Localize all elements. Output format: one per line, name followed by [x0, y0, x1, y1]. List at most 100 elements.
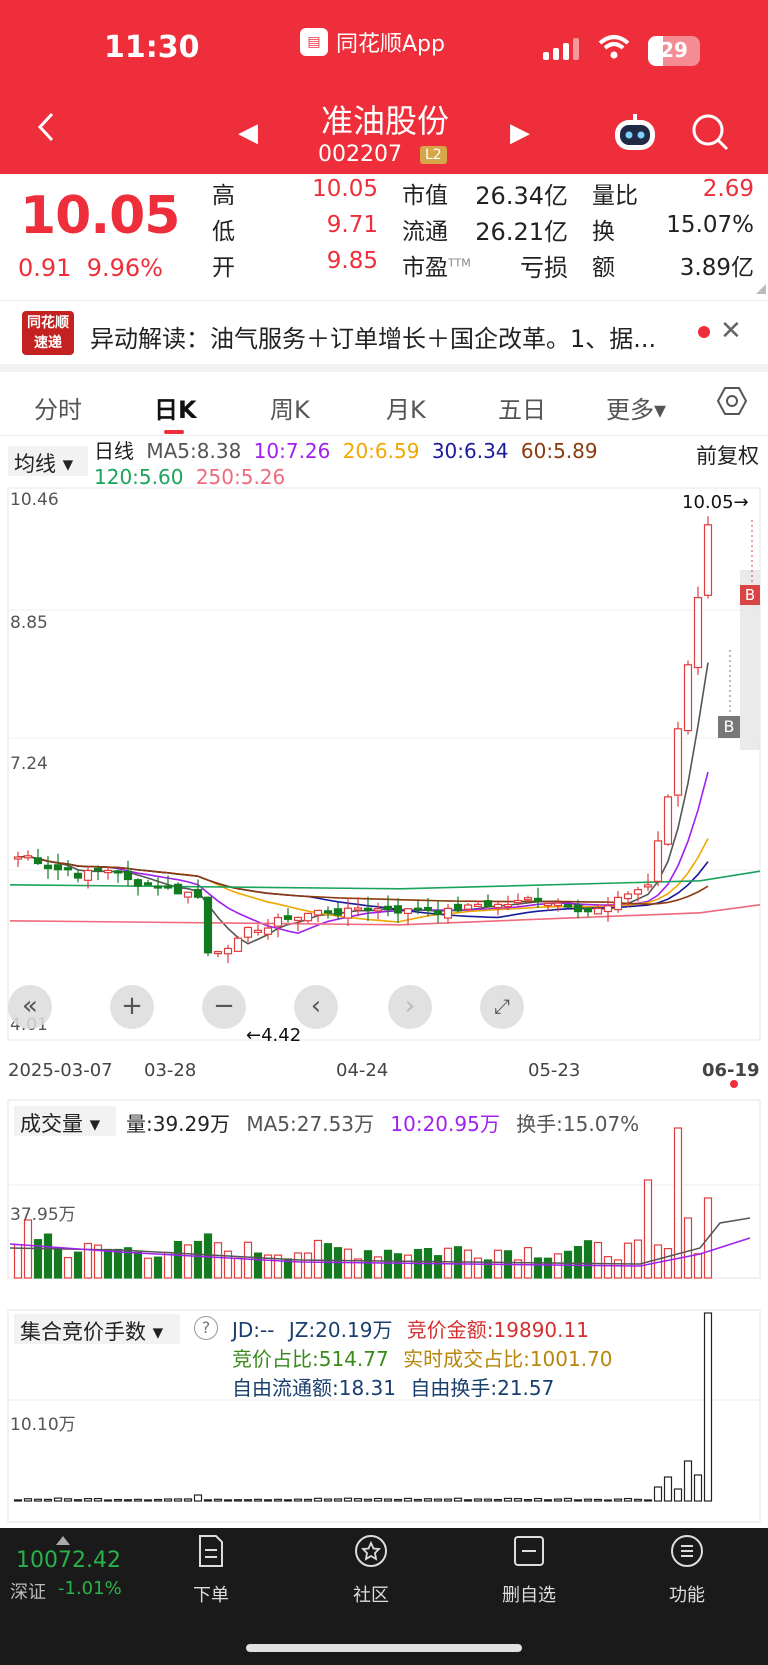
- settings-hexagon-icon[interactable]: [716, 385, 748, 417]
- auction-selector[interactable]: 集合竞价手数 ▾: [14, 1314, 180, 1344]
- candle-body: [213, 951, 223, 955]
- nav-functions[interactable]: 功能: [642, 1534, 732, 1607]
- tab-monthly-k[interactable]: 月K: [386, 390, 426, 425]
- auction-bar: [363, 1498, 373, 1502]
- auction-bar: [33, 1498, 43, 1502]
- ma-legend-daily: 日线: [94, 439, 134, 463]
- candle-body: [73, 872, 83, 879]
- auction-bar: [183, 1498, 193, 1502]
- auction-bar: [303, 1498, 313, 1502]
- tab-intraday[interactable]: 分时: [34, 390, 82, 425]
- date-label-3: 04-24: [336, 1060, 389, 1081]
- tab-daily-k[interactable]: 日K: [154, 390, 197, 425]
- auction-bar: [593, 1498, 603, 1502]
- anomaly-bar[interactable]: 同花顺速递 异动解读：油气服务＋订单增长＋国企改革。1、据...: [0, 300, 768, 364]
- date-label-2: 03-28: [144, 1060, 197, 1081]
- volume-legend-vol: 量:39.29万: [126, 1112, 230, 1136]
- auction-bar: [293, 1498, 303, 1502]
- volume-bar: [683, 1217, 693, 1279]
- auction-bar: [223, 1499, 233, 1502]
- home-indicator: [246, 1644, 522, 1652]
- ma-legend-ma30: 30:6.34: [431, 439, 509, 463]
- scroll-left-button[interactable]: ‹: [294, 985, 338, 1029]
- volume-bar: [393, 1253, 403, 1279]
- expand-corner-icon[interactable]: [756, 284, 766, 294]
- candle-body: [63, 867, 73, 871]
- zoom-out-button[interactable]: −: [202, 985, 246, 1029]
- candle-body: [273, 916, 283, 927]
- back-icon[interactable]: [32, 112, 62, 142]
- quote-label-open: 开: [212, 255, 235, 281]
- volume-bar: [193, 1240, 203, 1279]
- auction-bar: [643, 1499, 653, 1502]
- candle-body: [163, 885, 173, 889]
- auction-bar: [123, 1499, 133, 1502]
- auction-bar: [63, 1498, 73, 1502]
- scroll-right-button[interactable]: ›: [388, 985, 432, 1029]
- help-icon[interactable]: ?: [194, 1316, 218, 1340]
- quote-panel: 10.05 0.91 9.96% 高 10.05 市值 26.34亿 量比 2.…: [0, 174, 768, 296]
- ma-selector[interactable]: 均线 ▾: [8, 446, 88, 476]
- nav-community[interactable]: 社区: [326, 1534, 416, 1607]
- kline-axis-mid2: 7.24: [10, 754, 48, 774]
- volume-bar: [303, 1252, 313, 1279]
- index-value[interactable]: 10072.42: [16, 1548, 121, 1573]
- quote-label-high: 高: [212, 183, 235, 209]
- scroll-left-fast-button[interactable]: «: [8, 985, 52, 1029]
- robot-assistant-icon[interactable]: [612, 114, 658, 152]
- fullscreen-button[interactable]: ⤢: [480, 985, 524, 1029]
- tab-five-day[interactable]: 五日: [498, 390, 546, 425]
- tab-weekly-k[interactable]: 周K: [270, 390, 310, 425]
- ma-legend-ma5: MA5:8.38: [146, 439, 242, 463]
- close-icon[interactable]: ✕: [720, 316, 742, 346]
- next-stock-button[interactable]: ▶: [510, 118, 530, 148]
- auction-bar: [73, 1499, 83, 1502]
- auction-bar: [383, 1498, 393, 1502]
- volume-bar: [293, 1252, 303, 1279]
- candle-body: [133, 879, 143, 887]
- nav-order[interactable]: 下单: [166, 1534, 256, 1607]
- active-tab-indicator: [164, 430, 184, 434]
- auction-bar: [283, 1499, 293, 1502]
- today-dot-icon: [730, 1080, 738, 1088]
- auction-bar: [573, 1499, 583, 1502]
- adjust-mode-button[interactable]: 前复权: [696, 440, 759, 470]
- zoom-in-button[interactable]: +: [110, 985, 154, 1029]
- candle-body: [483, 900, 493, 908]
- volume-bar: [543, 1257, 553, 1279]
- candle-body: [503, 904, 513, 908]
- auction-bar: [343, 1497, 353, 1502]
- auction-bar: [313, 1497, 323, 1502]
- quote-label-float: 流通: [402, 219, 448, 245]
- candle-body: [593, 907, 603, 915]
- anomaly-text[interactable]: 异动解读：油气服务＋订单增长＋国企改革。1、据...: [90, 319, 680, 354]
- search-icon[interactable]: [690, 112, 730, 152]
- candle-body: [403, 908, 413, 915]
- candle-body: [143, 882, 153, 886]
- volume-selector[interactable]: 成交量 ▾: [14, 1106, 116, 1136]
- prev-stock-button[interactable]: ◀: [238, 118, 258, 148]
- buy-marker-top[interactable]: B: [740, 585, 760, 605]
- nav-remove-watchlist[interactable]: 删自选: [484, 1534, 574, 1607]
- candle-body: [533, 897, 543, 902]
- candle-body: [643, 884, 653, 888]
- volume-bar: [243, 1241, 253, 1279]
- buy-marker-bottom[interactable]: B: [718, 716, 740, 738]
- quote-value-open: 9.85: [326, 248, 378, 274]
- candle-body: [473, 903, 483, 907]
- volume-bar: [103, 1248, 113, 1279]
- candle-body: [693, 596, 703, 669]
- candle-body: [703, 524, 713, 596]
- app-name-pill: ▤ 同花顺App: [300, 26, 445, 58]
- volume-bar: [373, 1256, 383, 1279]
- tab-more[interactable]: 更多▾: [606, 390, 666, 425]
- candle-body: [23, 855, 33, 859]
- candle-body: [43, 864, 53, 870]
- quote-value-volratio: 2.69: [702, 176, 754, 202]
- auction-bar: [613, 1498, 623, 1502]
- candle-body: [113, 870, 123, 874]
- auction-bar: [243, 1499, 253, 1502]
- battery-level: 29: [660, 38, 688, 62]
- candle-body: [83, 869, 93, 881]
- candle-body: [13, 856, 23, 860]
